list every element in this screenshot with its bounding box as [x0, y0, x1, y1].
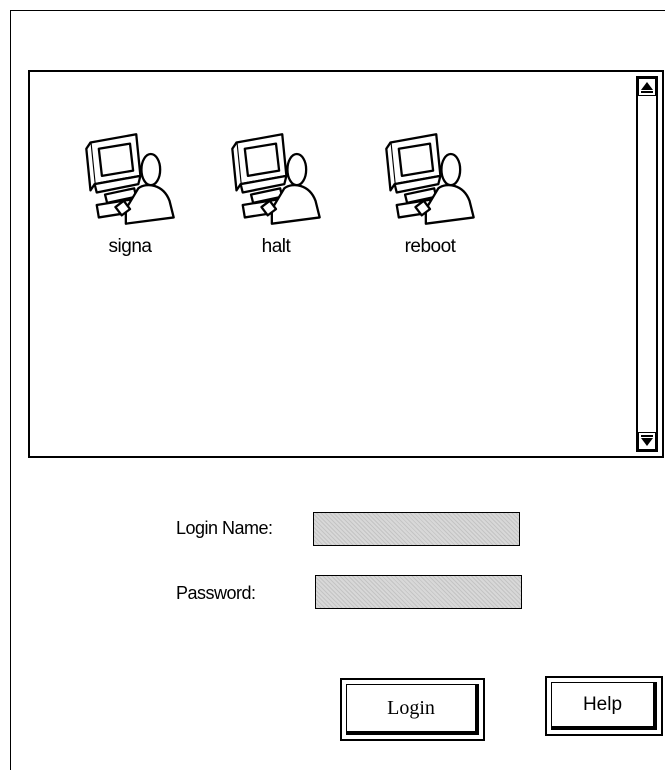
help-button[interactable]: Help: [545, 676, 663, 736]
user-workstation-icon: [385, 133, 475, 225]
user-label: halt: [261, 236, 291, 257]
login-name-input[interactable]: [313, 512, 520, 546]
password-input[interactable]: [315, 575, 522, 609]
login-button[interactable]: Login: [340, 678, 485, 741]
scroll-up-arrow-icon[interactable]: [638, 78, 656, 96]
help-button-label: Help: [551, 682, 657, 730]
password-label: Password:: [176, 583, 256, 603]
user-item-halt[interactable]: halt: [216, 128, 336, 268]
user-item-signa[interactable]: signa: [70, 128, 190, 268]
scroll-track[interactable]: [638, 96, 656, 432]
user-workstation-icon: [231, 133, 321, 225]
scroll-down-arrow-icon[interactable]: [638, 432, 656, 450]
user-workstation-icon: [85, 133, 175, 225]
user-label: signa: [108, 236, 152, 257]
user-list[interactable]: signa halt reboot: [28, 70, 664, 458]
login-button-label: Login: [346, 684, 479, 735]
user-item-reboot[interactable]: reboot: [370, 128, 490, 268]
login-name-label: Login Name:: [176, 518, 273, 538]
vertical-scrollbar[interactable]: [636, 76, 658, 452]
user-label: reboot: [404, 236, 456, 257]
